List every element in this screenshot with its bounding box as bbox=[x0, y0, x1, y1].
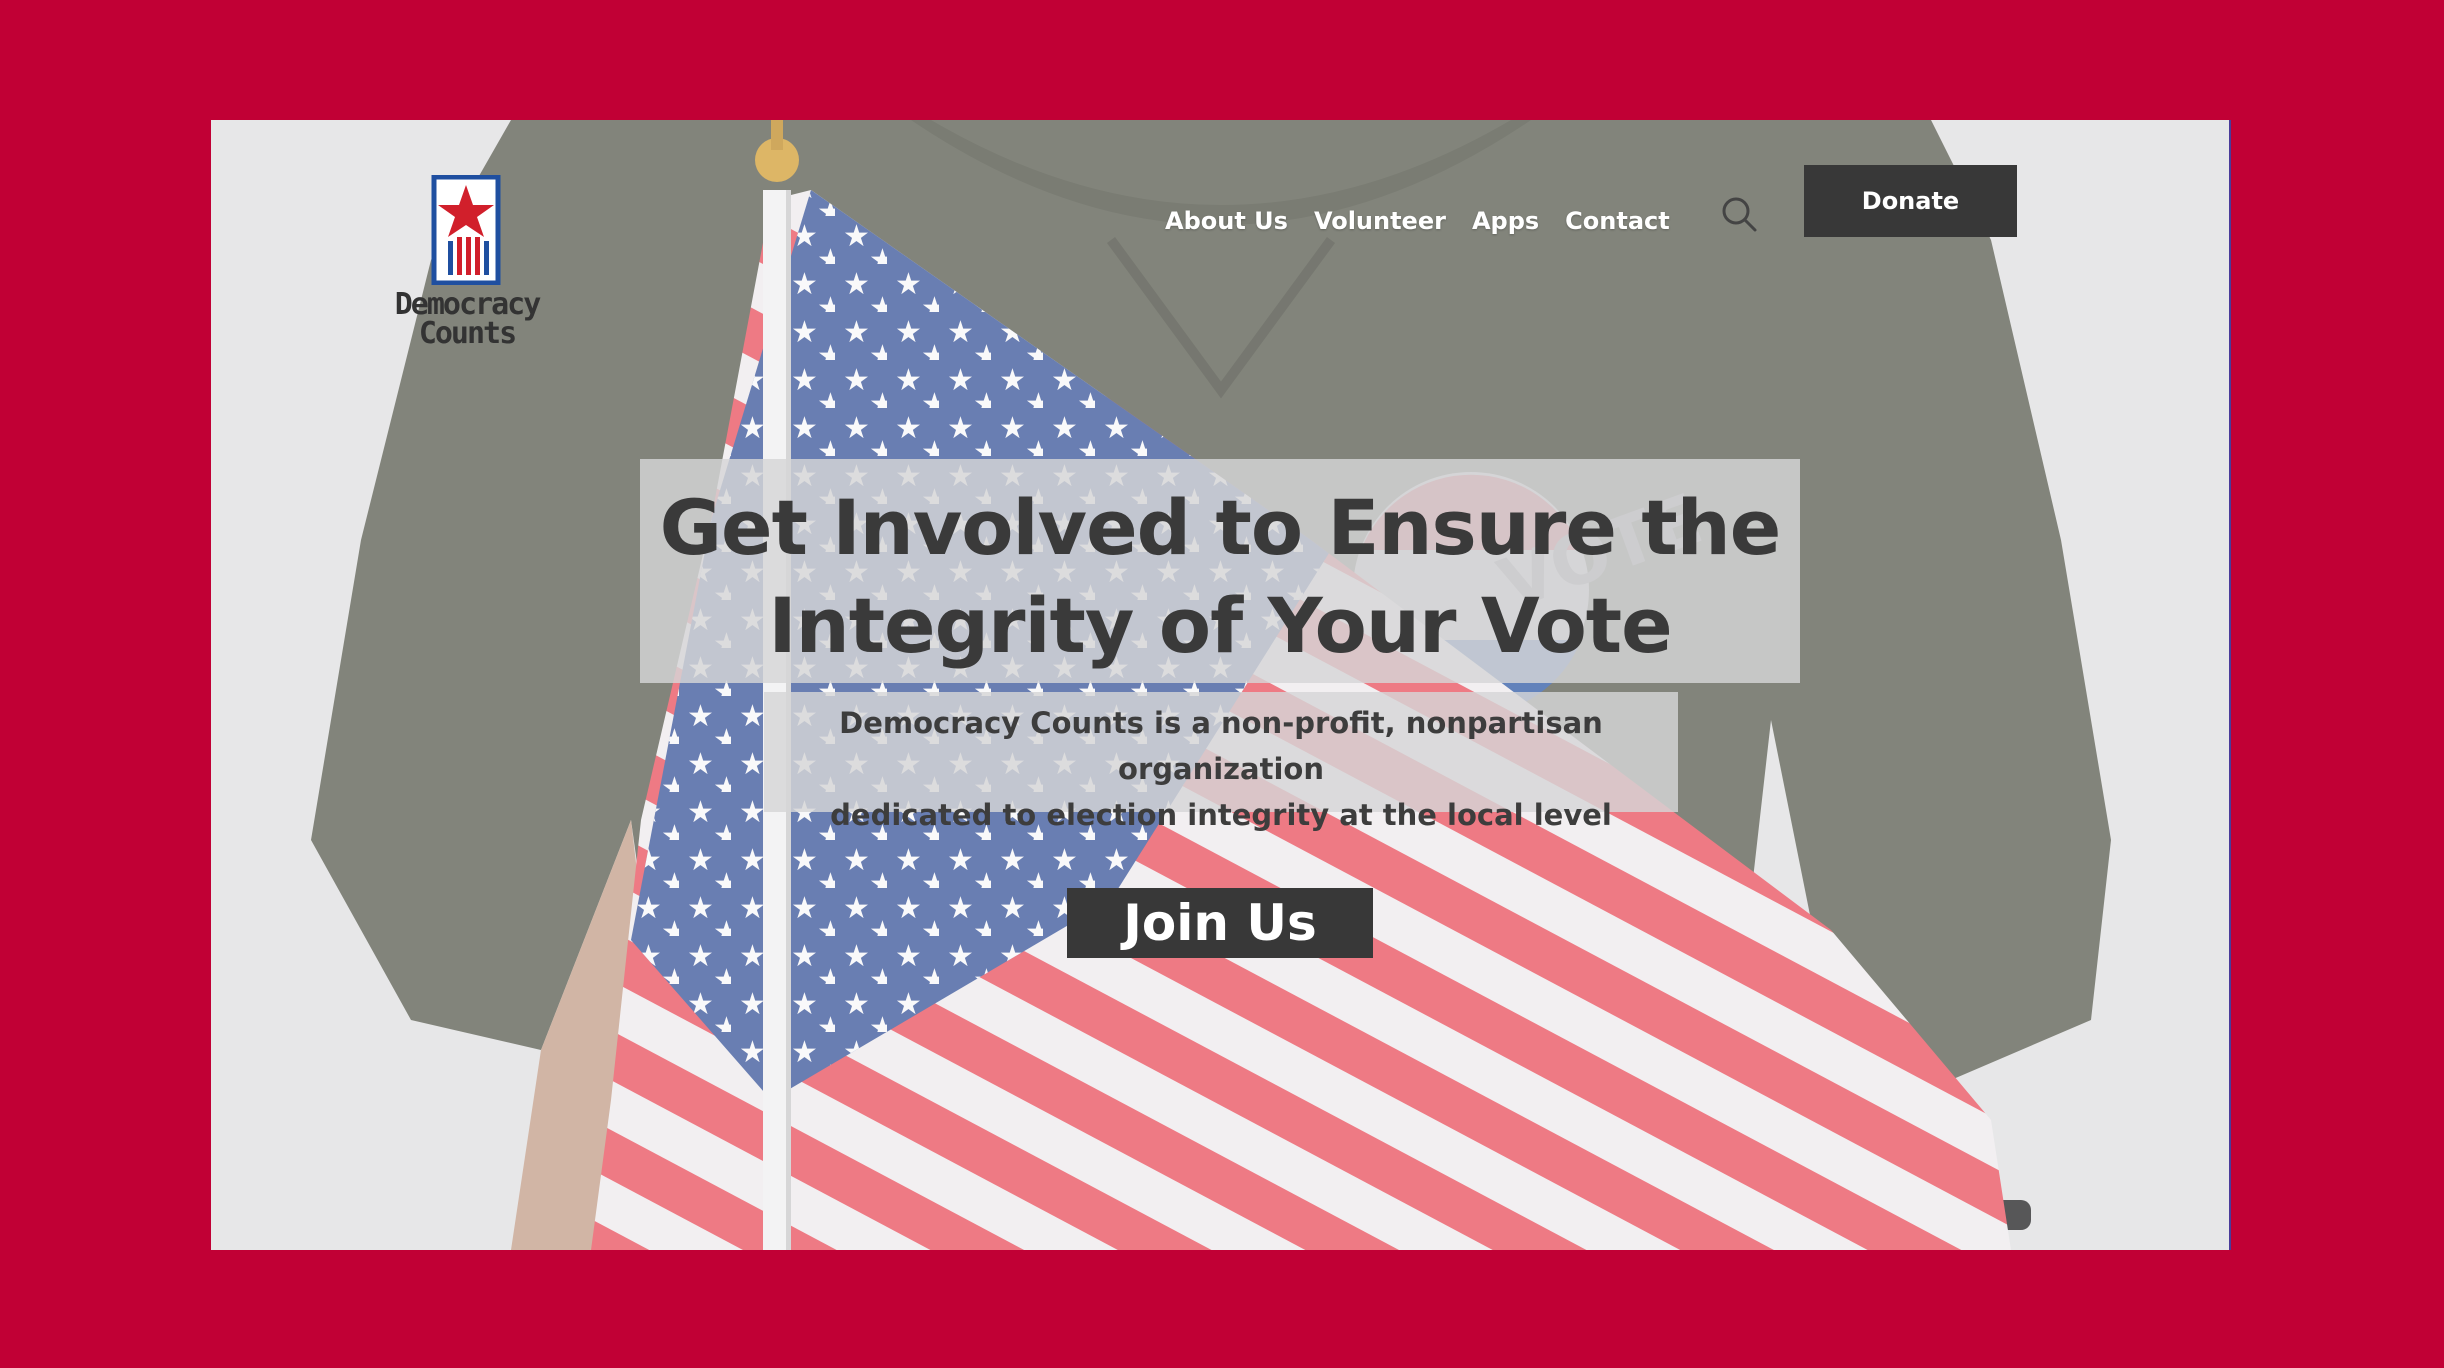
join-us-button[interactable]: Join Us bbox=[1067, 888, 1373, 958]
subtext-panel: Democracy Counts is a non-profit, nonpar… bbox=[764, 692, 1678, 832]
headline-panel: Get Involved to Ensure the Integrity of … bbox=[640, 459, 1800, 683]
search-icon[interactable] bbox=[1709, 184, 1769, 244]
subtext-line-1: Democracy Counts is a non-profit, nonpar… bbox=[839, 706, 1603, 786]
nav-contact[interactable]: Contact bbox=[1565, 207, 1670, 235]
headline-line-1: Get Involved to Ensure the bbox=[659, 483, 1782, 572]
headline-line-2: Integrity of Your Vote bbox=[768, 581, 1672, 670]
hero-headline: Get Involved to Ensure the Integrity of … bbox=[640, 479, 1800, 675]
logo-wordmark: Democracy Counts bbox=[387, 287, 547, 351]
site-frame: ★ ★ VOTE bbox=[211, 120, 2229, 1250]
nav-about-us[interactable]: About Us bbox=[1165, 207, 1288, 235]
logo-mark-icon bbox=[431, 174, 501, 286]
hero-subtext: Democracy Counts is a non-profit, nonpar… bbox=[764, 700, 1678, 838]
nav-apps[interactable]: Apps bbox=[1472, 207, 1539, 235]
logo-line-1: Democracy bbox=[394, 287, 542, 322]
site-logo[interactable]: Democracy Counts bbox=[387, 174, 547, 355]
logo-line-2: Counts bbox=[418, 316, 517, 351]
nav-volunteer[interactable]: Volunteer bbox=[1314, 207, 1446, 235]
main-nav: About Us Volunteer Apps Contact bbox=[1165, 186, 1696, 256]
subtext-line-2: dedicated to election integrity at the l… bbox=[830, 798, 1612, 832]
donate-button[interactable]: Donate bbox=[1804, 165, 2017, 237]
